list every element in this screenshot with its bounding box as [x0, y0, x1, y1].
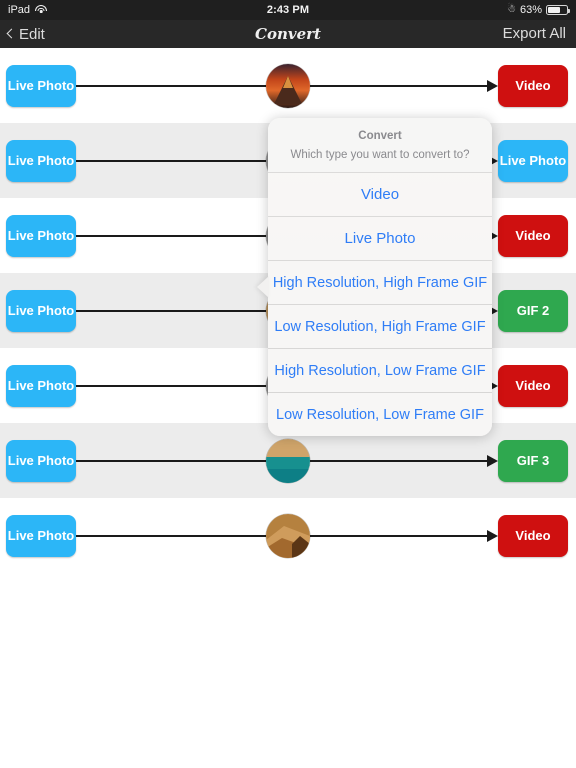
status-bar-clock: 2:43 PM: [266, 4, 310, 16]
beach-ocean-thumbnail[interactable]: [266, 438, 310, 483]
target-type-chip[interactable]: Video: [498, 514, 568, 557]
connector-line-right: [310, 534, 488, 537]
connector-line-left: [76, 159, 266, 162]
target-type-chip[interactable]: Video: [498, 64, 568, 107]
target-type-chip[interactable]: Live Photo: [498, 139, 568, 182]
source-type-chip[interactable]: Live Photo: [6, 214, 76, 257]
arrow-right-icon: [487, 79, 498, 92]
table-row[interactable]: Live Photo Video: [0, 498, 576, 573]
convert-action-sheet-popover: Convert Which type you want to convert t…: [257, 118, 492, 436]
page-title: Convert: [255, 25, 321, 43]
connector-line-right: [310, 84, 488, 87]
source-type-chip[interactable]: Live Photo: [6, 139, 76, 182]
navigation-bar: Edit Convert Export All: [0, 20, 576, 48]
popover-option-video[interactable]: Video: [268, 173, 492, 216]
popover-option-live-photo[interactable]: Live Photo: [268, 217, 492, 260]
source-type-chip[interactable]: Live Photo: [6, 289, 76, 332]
status-bar-right: ☃ 63%: [507, 4, 570, 16]
target-type-chip[interactable]: Video: [498, 364, 568, 407]
connector-line-left: [76, 459, 266, 462]
sand-dunes-thumbnail[interactable]: [266, 513, 310, 558]
connector-line-left: [76, 309, 266, 312]
battery-icon: [546, 5, 570, 15]
popover-arrow: [257, 276, 269, 298]
table-row[interactable]: Live Photo Video: [0, 48, 576, 123]
source-type-chip[interactable]: Live Photo: [6, 514, 76, 557]
popover-title: Convert: [358, 130, 402, 142]
status-bar: iPad 2:43 PM ☃ 63%: [0, 0, 576, 20]
popover-option-high-res-high-frame-gif[interactable]: High Resolution, High Frame GIF: [268, 261, 492, 304]
bluetooth-icon: ☃: [507, 4, 516, 15]
source-type-chip[interactable]: Live Photo: [6, 439, 76, 482]
target-type-chip[interactable]: Video: [498, 214, 568, 257]
popover-message: Which type you want to convert to?: [290, 149, 470, 161]
popover-option-low-res-high-frame-gif[interactable]: Low Resolution, High Frame GIF: [268, 305, 492, 348]
volcano-sunset-thumbnail[interactable]: [266, 63, 310, 108]
export-all-button[interactable]: Export All: [503, 20, 566, 48]
target-type-chip[interactable]: GIF 2: [498, 289, 568, 332]
popover-option-high-res-low-frame-gif[interactable]: High Resolution, Low Frame GIF: [268, 349, 492, 392]
source-type-chip[interactable]: Live Photo: [6, 364, 76, 407]
popover-option-low-res-low-frame-gif[interactable]: Low Resolution, Low Frame GIF: [268, 393, 492, 436]
connector-line-left: [76, 234, 266, 237]
connector-line-left: [76, 384, 266, 387]
source-type-chip[interactable]: Live Photo: [6, 64, 76, 107]
app-screen: iPad 2:43 PM ☃ 63% Edit Convert Export A…: [0, 0, 576, 768]
popover-header: Convert Which type you want to convert t…: [268, 118, 492, 172]
battery-percent-label: 63%: [519, 4, 542, 16]
connector-line-left: [76, 534, 266, 537]
connector-line-left: [76, 84, 266, 87]
connector-line-right: [310, 459, 488, 462]
target-type-chip[interactable]: GIF 3: [498, 439, 568, 482]
arrow-right-icon: [487, 454, 498, 467]
arrow-right-icon: [487, 529, 498, 542]
